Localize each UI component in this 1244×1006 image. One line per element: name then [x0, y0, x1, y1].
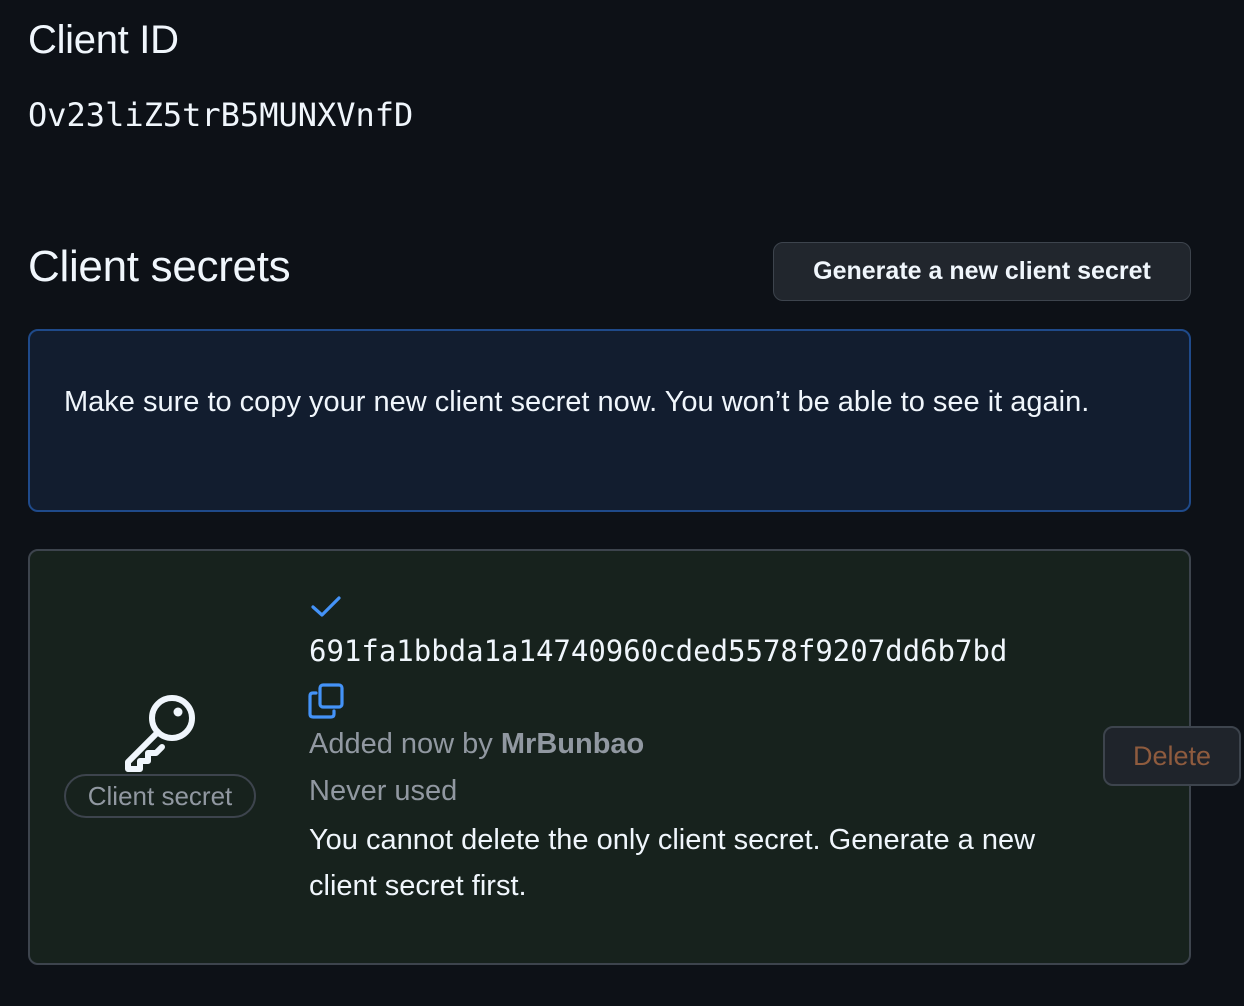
check-icon: [311, 596, 341, 617]
client-id-heading: Client ID: [28, 18, 179, 62]
client-id-value: Ov23liZ5trB5MUNXVnfD: [28, 96, 414, 134]
usage-status: Never used: [309, 775, 458, 807]
copy-icon[interactable]: [306, 681, 346, 721]
key-icon: [125, 695, 195, 772]
client-credentials-page: Client ID Ov23liZ5trB5MUNXVnfD Client se…: [0, 0, 1244, 1006]
client-secret-value: 691fa1bbda1a14740960cded5578f9207dd6b7bd: [309, 634, 1008, 668]
added-by-text: Added now by MrBunbao: [309, 728, 644, 761]
added-prefix: Added now by: [309, 728, 493, 760]
generate-client-secret-button[interactable]: Generate a new client secret: [773, 242, 1191, 301]
client-secrets-heading: Client secrets: [28, 242, 291, 291]
added-by-user: MrBunbao: [500, 728, 645, 760]
delete-restriction-note: You cannot delete the only client secret…: [309, 824, 1036, 902]
delete-secret-button[interactable]: Delete: [1103, 726, 1241, 786]
client-secret-label: Client secret: [64, 774, 256, 818]
copy-secret-notice: Make sure to copy your new client secret…: [28, 329, 1191, 512]
